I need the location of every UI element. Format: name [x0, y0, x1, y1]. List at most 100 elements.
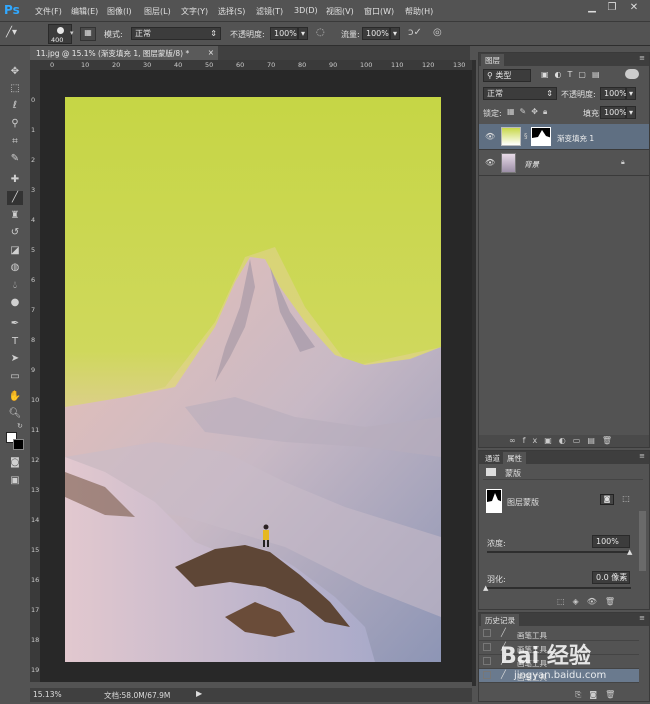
menu-type[interactable]: 文字(Y) — [181, 6, 208, 17]
move-tool-icon[interactable]: ✥ — [7, 65, 23, 79]
blur-tool-icon[interactable]: 💧︎ — [7, 279, 23, 293]
pressure-size-icon[interactable]: ◎ — [433, 27, 442, 38]
density-slider-track[interactable] — [487, 551, 631, 553]
screen-mode-icon[interactable]: ▣ — [7, 474, 23, 488]
eyedropper-tool-icon[interactable]: ✎ — [7, 152, 23, 166]
fill-input[interactable]: 100% — [600, 106, 627, 119]
menu-select[interactable]: 选择(S) — [218, 6, 245, 17]
brush-panel-toggle-icon[interactable]: ▦ — [80, 27, 96, 41]
quick-select-tool-icon[interactable]: ⚲ — [7, 117, 23, 131]
document-tab[interactable]: 11.jpg @ 15.1% (渐变填充 1, 图层蒙版/8) * × — [30, 46, 218, 60]
brush-tool-icon[interactable]: ╱ — [7, 191, 23, 205]
menu-help[interactable]: 帮助(H) — [405, 6, 433, 17]
layer-row-background[interactable]: 👁︎ 背景 🔒︎ — [479, 150, 649, 176]
layer-action-icons[interactable]: ∞fx▣◐▭▤🗑︎ — [509, 436, 619, 445]
lock-icons[interactable]: ▦✎✥🔒︎ — [507, 107, 552, 117]
minimize-icon[interactable]: ▁ — [584, 2, 600, 16]
hand-tool-icon[interactable]: ✋ — [7, 390, 23, 404]
opacity-dropdown-icon[interactable]: ▾ — [298, 27, 308, 40]
layer-mask-thumbnail[interactable] — [531, 127, 551, 146]
quick-mask-icon[interactable]: ◙ — [7, 456, 23, 470]
layer-row-gradient-fill[interactable]: 👁︎ § 渐变填充 1 — [479, 124, 649, 150]
eye-icon[interactable]: 👁︎ — [485, 132, 495, 141]
eye-icon[interactable]: 👁︎ — [485, 158, 495, 167]
select-vector-mask-icon[interactable]: ⬚ — [619, 494, 633, 505]
ruler-tick-label: 3 — [31, 186, 36, 194]
paint-bucket-tool-icon[interactable]: ◍ — [7, 261, 23, 275]
menu-image[interactable]: 图像(I) — [107, 6, 132, 17]
feather-slider-track[interactable] — [487, 587, 631, 589]
layer-name[interactable]: 渐变填充 1 — [557, 133, 594, 144]
mask-action-icons[interactable]: ⬚◈👁︎🗑︎ — [557, 597, 623, 606]
layer-opacity-input[interactable]: 100% — [600, 87, 627, 100]
tab-layers[interactable]: 图层 — [481, 54, 504, 67]
background-color-swatch[interactable] — [13, 439, 24, 450]
document-canvas-image[interactable] — [65, 97, 441, 662]
layer-name[interactable]: 背景 — [524, 159, 539, 170]
brush-tool-icon[interactable]: ╱▾ — [6, 27, 30, 41]
pressure-opacity-icon[interactable]: ◌ — [316, 27, 325, 38]
menu-file[interactable]: 文件(F) — [35, 6, 62, 17]
properties-scrollbar[interactable] — [639, 511, 646, 571]
lasso-tool-icon[interactable]: ℓ — [7, 99, 23, 113]
eraser-tool-icon[interactable]: ◪ — [7, 244, 23, 258]
density-slider-thumb[interactable]: ▲ — [627, 548, 632, 556]
tab-history[interactable]: 历史记录 — [481, 614, 519, 627]
brush-preset-picker[interactable]: 400 — [48, 24, 72, 44]
crop-tool-icon[interactable]: ⌗ — [7, 135, 23, 149]
vertical-scrollbar[interactable] — [472, 60, 476, 686]
history-checkbox[interactable] — [483, 629, 491, 637]
history-checkbox[interactable] — [483, 671, 491, 679]
menu-layer[interactable]: 图层(L) — [144, 6, 171, 17]
rectangle-tool-icon[interactable]: ▭ — [7, 370, 23, 384]
ruler-tick-label: 8 — [31, 336, 36, 344]
feather-slider-thumb[interactable]: ▲ — [483, 584, 488, 592]
panel-menu-icon[interactable]: ≡ — [639, 54, 645, 62]
opacity-input[interactable]: 100% — [270, 27, 298, 40]
path-select-tool-icon[interactable]: ➤ — [7, 352, 23, 366]
dodge-tool-icon[interactable]: ● — [7, 296, 23, 310]
chevron-down-icon[interactable]: ▾ — [70, 29, 74, 37]
brush-icon: ╱ — [501, 670, 506, 679]
tab-properties[interactable]: 属性 — [503, 452, 526, 465]
select-pixel-mask-icon[interactable]: ◙ — [600, 494, 614, 505]
menu-filter[interactable]: 滤镜(T) — [256, 6, 283, 17]
zoom-tool-icon[interactable]: 🔍︎ — [7, 407, 23, 421]
healing-brush-tool-icon[interactable]: ✚ — [7, 173, 23, 187]
filter-toggle-switch[interactable] — [625, 69, 639, 79]
layer-opacity-dropdown-icon[interactable]: ▾ — [626, 87, 636, 100]
history-brush-tool-icon[interactable]: ↺ — [7, 226, 23, 240]
menu-edit[interactable]: 编辑(E) — [71, 6, 98, 17]
close-tab-icon[interactable]: × — [208, 48, 214, 57]
chain-link-icon[interactable]: § — [524, 132, 528, 140]
mode-select[interactable]: 正常 ⇕ — [131, 27, 221, 40]
close-icon[interactable]: ✕ — [626, 2, 642, 16]
layer-blend-mode-select[interactable]: 正常 ⇕ — [483, 87, 557, 100]
layer-filter-icons[interactable]: ▣◐T▢▤ — [541, 70, 606, 79]
swap-colors-icon[interactable]: ↻ — [17, 422, 23, 430]
ruler-tick-label: 30 — [143, 61, 152, 69]
status-menu-arrow-icon[interactable]: ▶ — [196, 689, 202, 698]
clone-stamp-tool-icon[interactable]: ♜ — [7, 209, 23, 223]
history-checkbox[interactable] — [483, 657, 491, 665]
restore-icon[interactable]: ❐ — [604, 2, 620, 16]
layer-filter-select[interactable]: ⚲ 类型 — [483, 69, 531, 82]
flow-input[interactable]: 100% — [362, 27, 390, 40]
pen-tool-icon[interactable]: ✒ — [7, 317, 23, 331]
feather-input[interactable]: 0.0 像素 — [592, 571, 630, 584]
fill-dropdown-icon[interactable]: ▾ — [626, 106, 636, 119]
history-action-icons[interactable]: ⎘◙🗑︎ — [575, 690, 623, 700]
history-checkbox[interactable] — [483, 643, 491, 651]
menu-window[interactable]: 窗口(W) — [364, 6, 394, 17]
panel-menu-icon[interactable]: ≡ — [639, 614, 645, 622]
marquee-tool-icon[interactable]: ⬚ — [7, 82, 23, 96]
flow-dropdown-icon[interactable]: ▾ — [390, 27, 400, 40]
menu-3d[interactable]: 3D(D) — [294, 6, 318, 15]
menu-view[interactable]: 视图(V) — [326, 6, 354, 17]
zoom-level[interactable]: 15.13% — [33, 690, 62, 699]
airbrush-icon[interactable]: ↄ✓ — [408, 27, 422, 38]
type-tool-icon[interactable]: T — [7, 335, 23, 349]
density-input[interactable]: 100% — [592, 535, 630, 548]
tab-channels[interactable]: 通道 — [481, 452, 504, 465]
panel-menu-icon[interactable]: ≡ — [639, 452, 645, 460]
